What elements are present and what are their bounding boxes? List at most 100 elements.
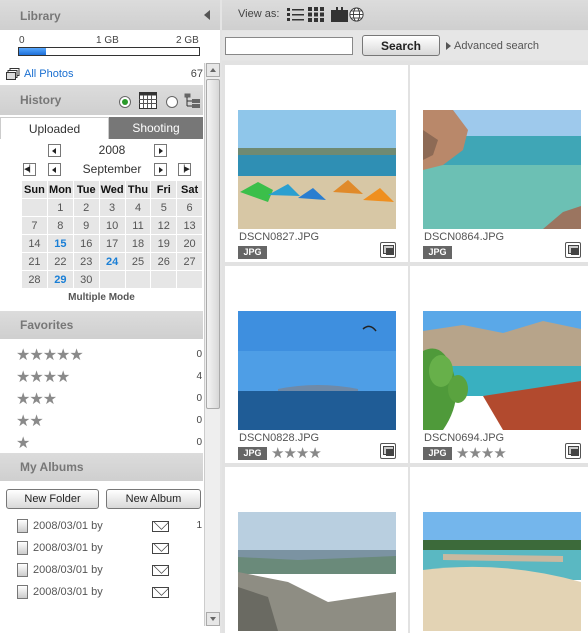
copy-to-album-icon[interactable] <box>565 443 581 459</box>
calendar-day[interactable]: 22 <box>47 253 73 270</box>
calendar-day[interactable]: 24 <box>99 253 125 270</box>
favorites-row[interactable]: ★★★★ 4 <box>0 365 203 387</box>
photo-thumbnail[interactable] <box>238 311 396 430</box>
calendar-day[interactable]: 8 <box>47 217 73 234</box>
favorites-count: 0 <box>196 349 202 360</box>
new-folder-button[interactable]: New Folder <box>6 489 99 509</box>
prev-month-button[interactable] <box>48 163 61 176</box>
prev-year-button[interactable] <box>48 144 61 157</box>
first-month-button[interactable]: ◀▏ <box>23 163 36 176</box>
calendar-day[interactable]: 3 <box>99 199 125 216</box>
favorites-row[interactable]: ★ 0 <box>0 431 203 453</box>
calendar-month: September <box>82 162 142 176</box>
rating-stars: ★★★ <box>16 391 57 408</box>
photo-filename: DSCN0864.JPG <box>424 231 505 243</box>
scrollbar-thumb[interactable] <box>206 79 220 409</box>
calendar-day[interactable]: 11 <box>125 217 151 234</box>
calendar-day[interactable]: 18 <box>125 235 151 252</box>
photo-card[interactable]: DSCN0827.JPG JPG <box>225 65 408 262</box>
album-row[interactable]: 2008/03/01 by <box>0 560 203 582</box>
collapse-panel-icon[interactable] <box>204 10 210 20</box>
multiple-mode-label[interactable]: Multiple Mode <box>0 292 203 303</box>
advanced-search-link[interactable]: Advanced search <box>454 40 539 52</box>
tree-view-radio[interactable] <box>166 96 178 108</box>
photo-thumbnail[interactable] <box>238 110 396 229</box>
calendar-day[interactable]: 23 <box>73 253 99 270</box>
photo-card[interactable]: DSCN0828.JPG JPG ★★★★ <box>225 266 408 463</box>
copy-to-album-icon[interactable] <box>380 242 396 258</box>
calendar-day[interactable]: 21 <box>22 253 47 270</box>
mail-share-icon[interactable] <box>152 587 169 598</box>
photo-card[interactable]: DSCN0694.JPG JPG ★★★★ <box>410 266 588 463</box>
photo-thumbnail[interactable] <box>238 512 396 631</box>
album-label: 2008/03/01 by <box>33 542 103 554</box>
calendar-day[interactable]: 15 <box>47 235 73 252</box>
calendar-day[interactable]: 13 <box>177 217 202 234</box>
calendar-day[interactable]: 12 <box>151 217 177 234</box>
calendar-day[interactable]: 10 <box>99 217 125 234</box>
calendar-day[interactable]: 19 <box>151 235 177 252</box>
scroll-down-icon[interactable] <box>206 612 220 626</box>
favorites-row[interactable]: ★★★ 0 <box>0 387 203 409</box>
mail-share-icon[interactable] <box>152 543 169 554</box>
calendar-day[interactable]: 29 <box>47 271 73 288</box>
calendar-day[interactable]: 20 <box>177 235 202 252</box>
calendar-day[interactable]: 17 <box>99 235 125 252</box>
calendar-day[interactable]: 30 <box>73 271 99 288</box>
slideshow-view-icon[interactable] <box>331 7 348 22</box>
grid-view-icon[interactable] <box>308 7 325 22</box>
sidebar-scrollbar[interactable] <box>204 63 220 626</box>
mail-share-icon[interactable] <box>152 565 169 576</box>
copy-to-album-icon[interactable] <box>565 242 581 258</box>
calendar-day[interactable]: 6 <box>177 199 202 216</box>
tab-uploaded[interactable]: Uploaded <box>0 117 109 139</box>
photo-grid: DSCN0827.JPG JPG DSCN0864.JPG JPG DSCN08… <box>222 61 588 633</box>
photo-thumbnail[interactable] <box>423 512 581 631</box>
map-view-globe-icon[interactable] <box>348 7 365 22</box>
copy-to-album-icon[interactable] <box>380 443 396 459</box>
scroll-up-icon[interactable] <box>206 63 220 77</box>
album-row[interactable]: 2008/03/01 by <box>0 538 203 560</box>
calendar-day[interactable]: 4 <box>125 199 151 216</box>
album-row[interactable]: 2008/03/01 by 1 <box>0 516 203 538</box>
calendar-day[interactable]: 14 <box>22 235 47 252</box>
search-input[interactable] <box>225 37 353 55</box>
calendar-year: 2008 <box>98 143 126 157</box>
search-button[interactable]: Search <box>362 35 440 56</box>
all-photos-item[interactable]: All Photos 67 <box>0 63 203 85</box>
calendar-day[interactable]: 1 <box>47 199 73 216</box>
advanced-search-arrow-icon <box>446 42 451 50</box>
calendar-day[interactable]: 25 <box>125 253 151 270</box>
favorites-row[interactable]: ★★★★★ 0 <box>0 343 203 365</box>
calendar-day[interactable]: 16 <box>73 235 99 252</box>
photo-thumbnail[interactable] <box>423 110 581 229</box>
new-album-button[interactable]: New Album <box>106 489 201 509</box>
last-month-button[interactable]: ▕▶ <box>178 163 191 176</box>
tab-shooting[interactable]: Shooting <box>109 117 203 139</box>
next-year-button[interactable] <box>154 144 167 157</box>
calendar-day[interactable]: 5 <box>151 199 177 216</box>
list-view-icon[interactable] <box>287 7 304 22</box>
calendar-day[interactable]: 26 <box>151 253 177 270</box>
calendar-day[interactable]: 28 <box>22 271 47 288</box>
album-row[interactable]: 2008/03/01 by <box>0 582 203 604</box>
album-count: 1 <box>196 520 202 531</box>
photo-rating[interactable]: ★★★★ <box>456 444 507 462</box>
calendar-day[interactable]: 9 <box>73 217 99 234</box>
favorites-row[interactable]: ★★ 0 <box>0 409 203 431</box>
file-type-badge: JPG <box>423 447 452 460</box>
file-type-badge: JPG <box>238 447 267 460</box>
calendar: 2008 ◀▏ September ▕▶ Sun Mon Tue Wed Thu Fri S… <box>0 139 203 307</box>
photo-card[interactable] <box>410 467 588 633</box>
photo-card[interactable]: DSCN0864.JPG JPG <box>410 65 588 262</box>
photo-thumbnail[interactable] <box>423 311 581 430</box>
photo-card[interactable] <box>225 467 408 633</box>
calendar-day[interactable]: 7 <box>22 217 47 234</box>
mail-share-icon[interactable] <box>152 521 169 532</box>
calendar-day[interactable]: 27 <box>177 253 202 270</box>
next-month-button[interactable] <box>154 163 167 176</box>
favorites-count: 0 <box>196 437 202 448</box>
photo-rating[interactable]: ★★★★ <box>271 444 322 462</box>
calendar-view-radio[interactable] <box>119 96 131 108</box>
calendar-day[interactable]: 2 <box>73 199 99 216</box>
